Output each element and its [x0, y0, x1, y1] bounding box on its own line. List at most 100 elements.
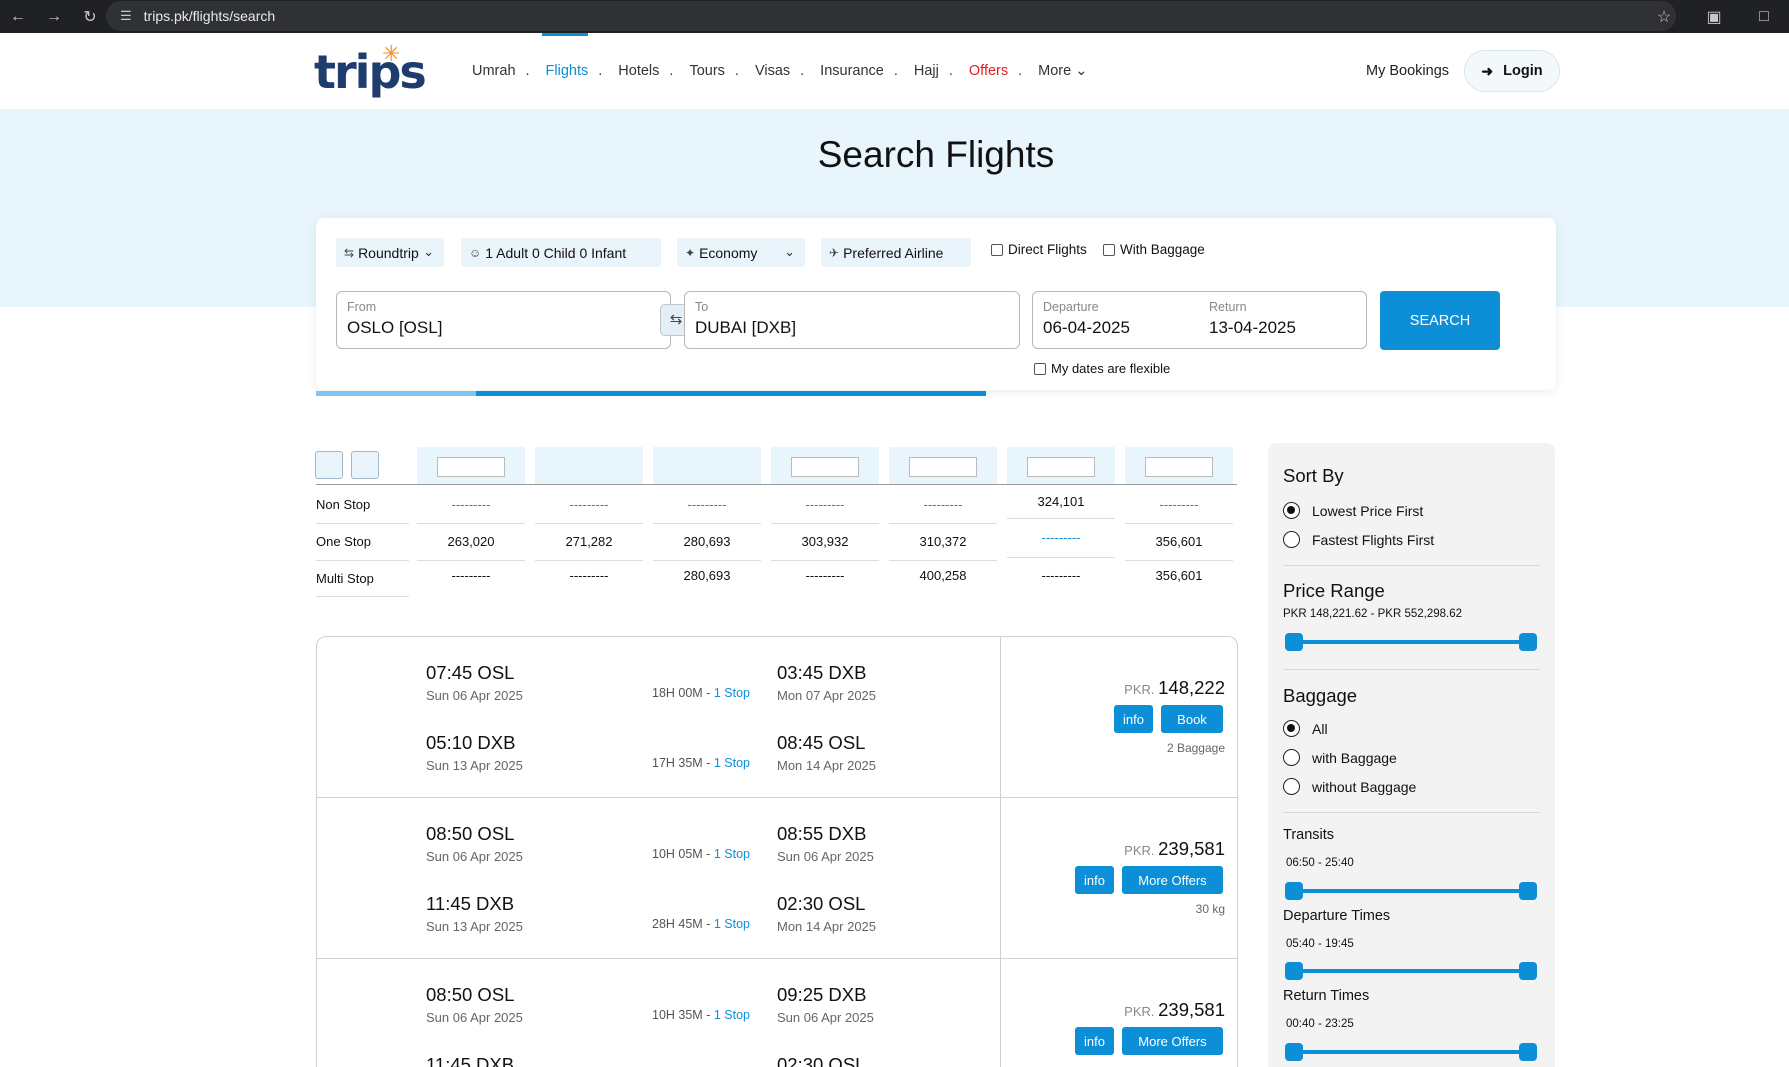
radio-selected-icon[interactable] — [1283, 502, 1300, 519]
matrix-fare-cell[interactable]: 324,101 — [1007, 494, 1115, 509]
matrix-fare-cell[interactable]: --------- — [535, 568, 643, 583]
matrix-airline-header[interactable] — [1007, 447, 1115, 484]
info-button[interactable]: info — [1075, 1027, 1114, 1055]
bookmark-star-icon[interactable]: ☆ — [1639, 7, 1689, 27]
address-bar[interactable]: ☰ trips.pk/flights/search — [106, 1, 1676, 31]
airline-logo-image — [1027, 457, 1095, 477]
slider-max-handle[interactable] — [1519, 633, 1537, 651]
dates-field[interactable]: Departure 06-04-2025 Return 13-04-2025 — [1032, 291, 1367, 349]
baggage-with-radio[interactable]: with Baggage — [1283, 749, 1397, 766]
site-settings-icon[interactable]: ☰ — [120, 8, 132, 24]
slider-min-handle[interactable] — [1285, 1043, 1303, 1061]
matrix-fare-cell[interactable]: 310,372 — [889, 534, 997, 549]
matrix-fare-cell[interactable]: 263,020 — [417, 534, 525, 549]
departure-times-slider[interactable] — [1285, 962, 1537, 980]
matrix-fare-cell[interactable]: 400,258 — [889, 568, 997, 583]
slider-min-handle[interactable] — [1285, 962, 1303, 980]
extensions-icon[interactable]: ▣ — [1689, 7, 1739, 27]
back-icon[interactable]: ← — [0, 8, 36, 26]
matrix-airline-header[interactable] — [771, 447, 879, 484]
sort-fastest-radio[interactable]: Fastest Flights First — [1283, 531, 1434, 548]
matrix-fare-cell[interactable]: 280,693 — [653, 568, 761, 583]
to-field[interactable]: To DUBAI [DXB] — [684, 291, 1020, 349]
matrix-fare-cell[interactable]: --------- — [889, 497, 997, 512]
flight-result-card[interactable]: 07:45 OSL Sun 06 Apr 2025 18H 00M - 1 St… — [317, 637, 1237, 798]
matrix-fare-cell[interactable]: 356,601 — [1125, 534, 1233, 549]
nav-more[interactable]: More ⌄ — [1038, 63, 1087, 79]
matrix-fare-cell[interactable]: --------- — [417, 497, 525, 512]
matrix-fare-cell[interactable]: 303,932 — [771, 534, 879, 549]
trip-type-select[interactable]: ⇆ Roundtrip ⌄ — [336, 238, 444, 267]
matrix-fare-cell[interactable]: 271,282 — [535, 534, 643, 549]
passengers-select[interactable]: ☺ 1 Adult 0 Child 0 Infant — [461, 238, 661, 267]
radio-icon[interactable] — [1283, 531, 1300, 548]
checkbox-box[interactable] — [1103, 243, 1115, 256]
return-times-slider[interactable] — [1285, 1043, 1537, 1061]
cabin-select[interactable]: ✦ Economy ⌄ — [677, 238, 805, 267]
my-bookings-link[interactable]: My Bookings — [1366, 63, 1449, 79]
search-button[interactable]: SEARCH — [1380, 291, 1500, 350]
sort-lowest-price-radio[interactable]: Lowest Price First — [1283, 502, 1423, 519]
matrix-prev-button[interactable] — [315, 451, 343, 479]
baggage-title: Baggage — [1283, 685, 1358, 706]
slider-max-handle[interactable] — [1519, 1043, 1537, 1061]
price: PKR. 148,222 — [1124, 677, 1225, 698]
matrix-airline-header[interactable] — [535, 447, 643, 484]
slider-min-handle[interactable] — [1285, 633, 1303, 651]
reload-icon[interactable]: ↻ — [72, 7, 108, 27]
with-baggage-checkbox[interactable]: With Baggage — [1103, 242, 1205, 257]
more-offers-button[interactable]: More Offers — [1122, 1027, 1223, 1055]
matrix-fare-cell[interactable]: --------- — [771, 568, 879, 583]
direct-flights-label: Direct Flights — [1008, 242, 1087, 257]
more-offers-button[interactable]: More Offers — [1122, 866, 1223, 894]
matrix-fare-cell[interactable]: --------- — [417, 568, 525, 583]
radio-selected-icon[interactable] — [1283, 720, 1300, 737]
flight-result-card[interactable]: 08:50 OSL Sun 06 Apr 2025 10H 05M - 1 St… — [317, 798, 1237, 959]
trips-logo[interactable]: trips — [314, 45, 427, 99]
price-range-slider[interactable] — [1285, 633, 1537, 651]
matrix-fare-cell[interactable]: --------- — [653, 497, 761, 512]
info-button[interactable]: info — [1114, 705, 1153, 733]
matrix-fare-cell[interactable]: --------- — [535, 497, 643, 512]
nav-offers[interactable]: Offers — [969, 63, 1008, 79]
checkbox-box[interactable] — [1034, 362, 1046, 375]
matrix-fare-cell[interactable]: 280,693 — [653, 534, 761, 549]
forward-icon[interactable]: → — [36, 8, 72, 26]
direct-flights-checkbox[interactable]: Direct Flights — [991, 242, 1087, 257]
baggage-all-radio[interactable]: All — [1283, 720, 1328, 737]
flight-result-card[interactable]: 08:50 OSL Sun 06 Apr 2025 10H 35M - 1 St… — [317, 959, 1237, 1067]
nav-flights[interactable]: Flights — [546, 63, 589, 79]
matrix-airline-header[interactable] — [1125, 447, 1233, 484]
login-button[interactable]: ➜ Login — [1464, 50, 1560, 92]
slider-max-handle[interactable] — [1519, 962, 1537, 980]
translate-icon[interactable]: □ — [1739, 8, 1789, 26]
nav-visas[interactable]: Visas — [755, 63, 790, 79]
matrix-next-button[interactable] — [351, 451, 379, 479]
matrix-fare-cell[interactable]: --------- — [1125, 497, 1233, 512]
matrix-airline-header[interactable] — [417, 447, 525, 484]
radio-icon[interactable] — [1283, 778, 1300, 795]
slider-min-handle[interactable] — [1285, 882, 1303, 900]
nav-hajj[interactable]: Hajj — [914, 63, 939, 79]
results-list: 07:45 OSL Sun 06 Apr 2025 18H 00M - 1 St… — [316, 636, 1238, 1067]
flexible-dates-checkbox[interactable]: My dates are flexible — [1034, 361, 1170, 376]
matrix-fare-cell[interactable]: --------- — [1007, 568, 1115, 583]
slider-max-handle[interactable] — [1519, 882, 1537, 900]
from-field[interactable]: From OSLO [OSL] — [336, 291, 671, 349]
nav-hotels[interactable]: Hotels — [618, 63, 659, 79]
transits-slider[interactable] — [1285, 882, 1537, 900]
info-button[interactable]: info — [1075, 866, 1114, 894]
checkbox-box[interactable] — [991, 243, 1003, 256]
nav-insurance[interactable]: Insurance — [820, 63, 884, 79]
matrix-fare-cell[interactable]: --------- — [771, 497, 879, 512]
matrix-fare-cell[interactable]: 356,601 — [1125, 568, 1233, 583]
nav-tours[interactable]: Tours — [689, 63, 724, 79]
nav-umrah[interactable]: Umrah — [472, 63, 516, 79]
baggage-without-radio[interactable]: without Baggage — [1283, 778, 1416, 795]
preferred-airline-input[interactable]: ✈ Preferred Airline — [821, 238, 971, 267]
matrix-fare-cell[interactable]: --------- — [1007, 530, 1115, 545]
matrix-airline-header[interactable] — [889, 447, 997, 484]
radio-icon[interactable] — [1283, 749, 1300, 766]
book-button[interactable]: Book — [1161, 705, 1223, 733]
matrix-airline-header[interactable] — [653, 447, 761, 484]
